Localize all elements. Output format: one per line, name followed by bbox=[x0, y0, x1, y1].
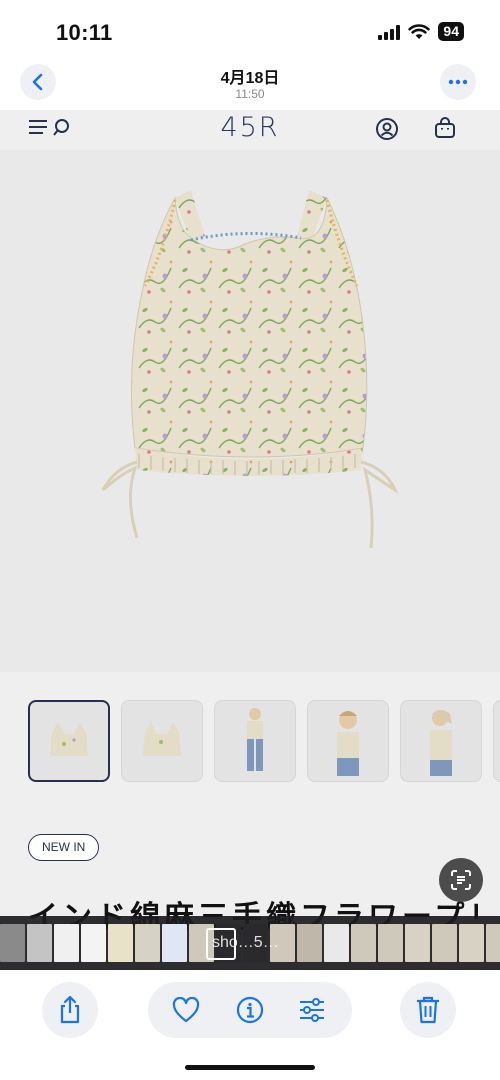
trash-icon bbox=[417, 996, 439, 1024]
favorite-button[interactable] bbox=[170, 994, 202, 1026]
battery-indicator: 94 bbox=[438, 22, 464, 41]
action-pill bbox=[148, 982, 352, 1038]
photo-viewer: 10:11 94 4月18日 11:50 45R NEW IN sho…5… bbox=[0, 0, 500, 1080]
share-button[interactable] bbox=[42, 982, 98, 1038]
status-bar: 10:11 94 bbox=[0, 0, 500, 62]
home-indicator bbox=[185, 1065, 315, 1070]
thumbnail-model-image bbox=[337, 711, 359, 776]
info-icon bbox=[236, 996, 264, 1024]
bottom-toolbar bbox=[0, 970, 500, 1080]
screenshot-image[interactable]: 45R NEW IN bbox=[0, 110, 500, 970]
scrubber-overlay-text: sho…5… bbox=[212, 934, 279, 951]
share-icon bbox=[60, 995, 80, 1024]
photo-scrubber[interactable]: sho…5… bbox=[0, 916, 500, 970]
delete-button[interactable] bbox=[400, 982, 456, 1038]
site-logo[interactable]: 45R bbox=[0, 112, 500, 143]
cellular-signal-icon bbox=[378, 24, 401, 40]
new-in-badge: NEW IN bbox=[28, 834, 100, 861]
thumbnail-item[interactable] bbox=[28, 700, 110, 782]
photo-time: 11:50 bbox=[235, 87, 265, 101]
thumbnail-model-image bbox=[247, 708, 263, 771]
user-icon[interactable] bbox=[375, 117, 399, 141]
photos-header: 4月18日 11:50 bbox=[0, 60, 500, 110]
thumbnail-model-image bbox=[430, 710, 452, 776]
status-icons: 94 bbox=[378, 22, 464, 41]
ellipsis-icon bbox=[448, 79, 468, 85]
thumbnail-item[interactable] bbox=[493, 700, 500, 782]
thumbnail-camisole-image bbox=[50, 722, 88, 756]
site-header: 45R bbox=[0, 110, 500, 150]
thumbnail-item[interactable] bbox=[400, 700, 482, 782]
floral-camisole-image bbox=[101, 190, 399, 549]
thumbnail-item[interactable] bbox=[121, 700, 203, 782]
status-time: 10:11 bbox=[56, 20, 113, 45]
info-button[interactable] bbox=[234, 994, 266, 1026]
thumbnail-item[interactable] bbox=[307, 700, 389, 782]
thumbnail-item[interactable] bbox=[214, 700, 296, 782]
thumbnail-strip bbox=[28, 700, 500, 782]
visual-lookup-button[interactable] bbox=[439, 858, 483, 902]
bag-icon[interactable] bbox=[433, 116, 457, 140]
visual-lookup-icon bbox=[451, 870, 471, 890]
edit-button[interactable] bbox=[296, 994, 328, 1026]
product-image[interactable] bbox=[0, 150, 500, 672]
adjust-icon bbox=[300, 998, 324, 1022]
heart-icon bbox=[172, 997, 200, 1023]
photo-date: 4月18日 bbox=[220, 70, 280, 87]
more-button[interactable] bbox=[440, 64, 476, 100]
thumbnail-camisole-image bbox=[143, 722, 181, 756]
wifi-icon bbox=[408, 23, 431, 39]
